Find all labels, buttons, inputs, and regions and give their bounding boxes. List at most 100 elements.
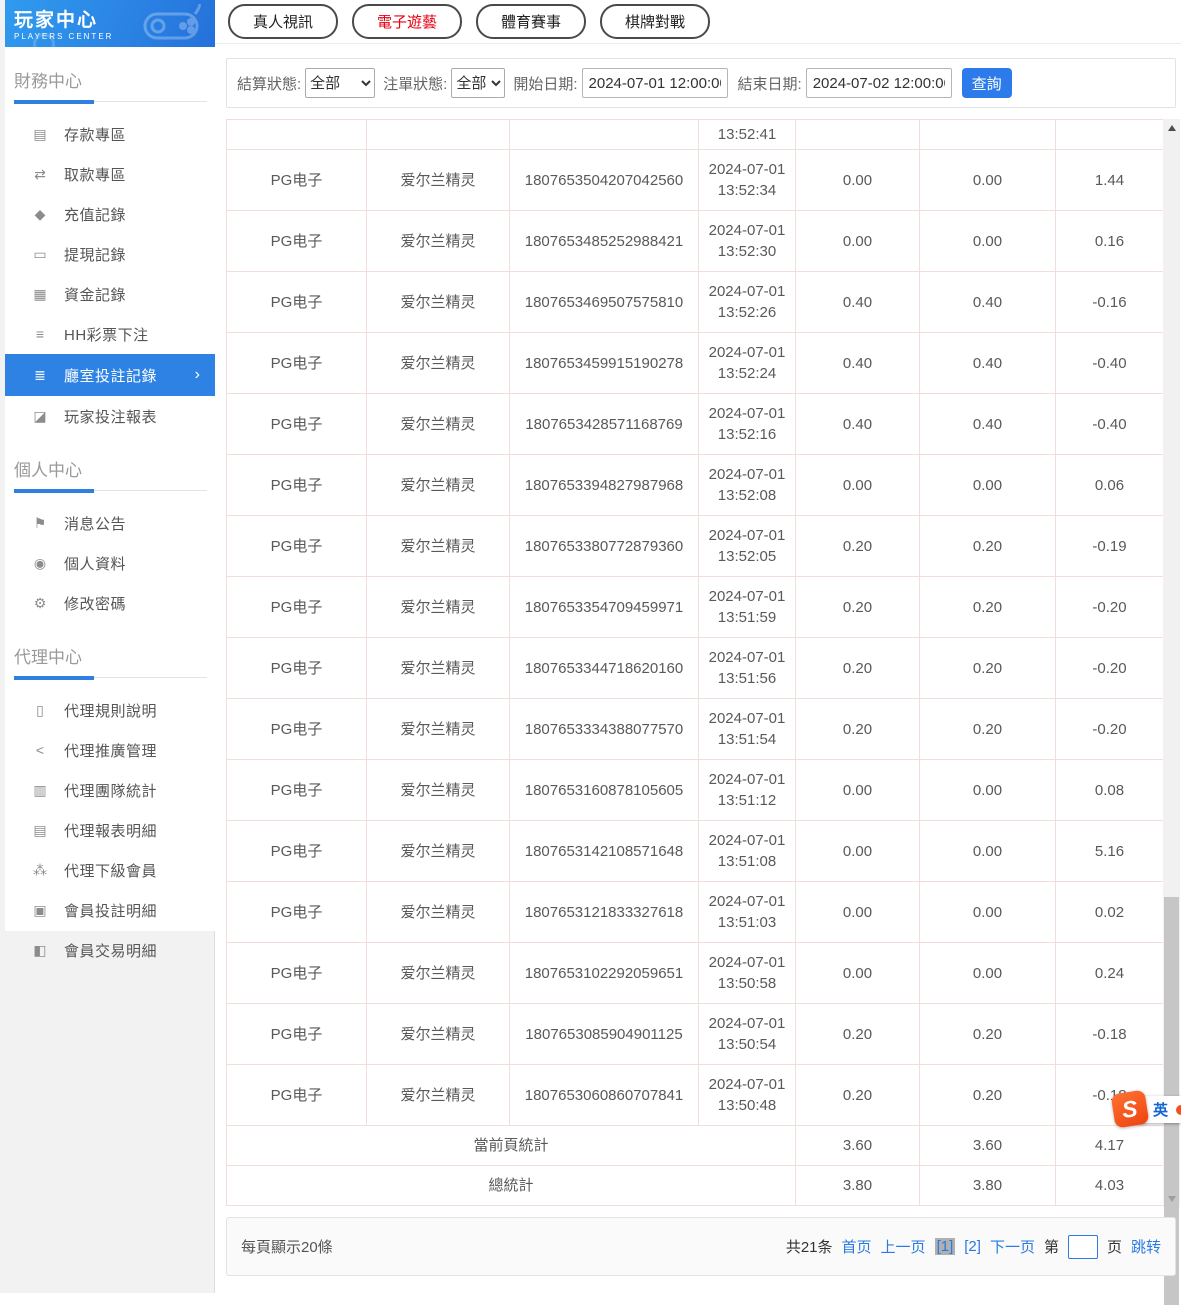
summary-win-loss: 4.17	[1056, 1126, 1164, 1166]
recharge-records-icon: ◆	[31, 206, 49, 223]
cell-provider: PG电子	[227, 455, 367, 516]
sidebar-item-label: 會員投註明細	[64, 900, 157, 921]
cell-datetime: 2024-07-01 13:51:59	[699, 577, 796, 638]
page-link-2[interactable]: [2]	[964, 1238, 981, 1255]
tab-electronic-games[interactable]: 電子遊藝	[352, 4, 462, 39]
sidebar-item-label: 代理下級會員	[64, 860, 157, 881]
cell-valid-bet: 0.00	[920, 943, 1056, 1004]
cell-datetime: 2024-07-01 13:50:48	[699, 1065, 796, 1126]
table-row: PG电子 爱尔兰精灵 1807653121833327618 2024-07-0…	[227, 882, 1164, 943]
tab-live-video[interactable]: 真人視訊	[228, 4, 338, 39]
sidebar-item-player-bet-report[interactable]: ◪ 玩家投注報表	[5, 396, 215, 436]
jump-prefix-label: 第	[1044, 1236, 1059, 1257]
ime-dot-icon	[1176, 1105, 1181, 1115]
summary-label: 總統計	[227, 1166, 796, 1206]
section-divider	[14, 489, 207, 493]
cell-order-id: 1807653469507575810	[510, 272, 699, 333]
tab-sports-events[interactable]: 體育賽事	[476, 4, 586, 39]
sidebar-item-deposit-zone[interactable]: ▤ 存款專區	[5, 114, 215, 154]
sidebar-card: 玩家中心 PLAYERS CENTER 財務中心 ▤ 存款專區 ⇄ 取款專區 ◆…	[5, 0, 215, 931]
query-button[interactable]: 查詢	[962, 68, 1012, 98]
cell-order-id: 1807653102292059651	[510, 943, 699, 1004]
sidebar-item-agent-report-details[interactable]: ▤ 代理報表明細	[5, 810, 215, 850]
cell-win-loss: 5.16	[1056, 821, 1164, 882]
cell-win-loss: -0.20	[1056, 577, 1164, 638]
cell-order-id: 1807653504207042560	[510, 150, 699, 211]
sidebar-item-member-transaction-details[interactable]: ◧ 會員交易明細	[5, 930, 215, 970]
sidebar-item-agent-team-stats[interactable]: ▥ 代理團隊統計	[5, 770, 215, 810]
cell-datetime: 2024-07-01 13:51:03	[699, 882, 796, 943]
cell-provider: PG电子	[227, 394, 367, 455]
cell-game: 爱尔兰精灵	[367, 699, 510, 760]
end-date-label: 結束日期:	[738, 73, 802, 94]
cell-game: 爱尔兰精灵	[367, 394, 510, 455]
hall-bet-records-icon: ≣	[31, 367, 49, 384]
cell-win-loss: 0.08	[1056, 760, 1164, 821]
table-row: PG电子 爱尔兰精灵 1807653459915190278 2024-07-0…	[227, 333, 1164, 394]
cell-bet-amount: 0.40	[796, 272, 920, 333]
section-label: 財務中心	[5, 61, 215, 100]
summary-bet: 3.60	[796, 1126, 920, 1166]
sidebar-item-announcements[interactable]: ⚑ 消息公告	[5, 503, 215, 543]
cell-bet-amount: 0.00	[796, 821, 920, 882]
sidebar-section: 代理中心 ▯ 代理規則說明 < 代理推廣管理 ▥ 代理團隊統計 ▤ 代理報表明細…	[5, 637, 215, 970]
sidebar-item-label: 代理報表明細	[64, 820, 157, 841]
next-page-link[interactable]: 下一页	[990, 1236, 1035, 1257]
partial-row-time: 13:52:41	[699, 120, 796, 150]
sidebar-item-label: 個人資料	[64, 553, 126, 574]
cell-game: 爱尔兰精灵	[367, 577, 510, 638]
sidebar-item-withdraw-zone[interactable]: ⇄ 取款專區	[5, 154, 215, 194]
cell-datetime: 2024-07-01 13:52:08	[699, 455, 796, 516]
scroll-up-arrow[interactable]	[1163, 119, 1180, 136]
jump-page-input[interactable]	[1068, 1235, 1098, 1259]
cell-bet-amount: 0.20	[796, 1065, 920, 1126]
sidebar-item-change-password[interactable]: ⚙ 修改密碼	[5, 583, 215, 623]
first-page-link[interactable]: 首页	[842, 1236, 872, 1257]
total-count-text: 共21条	[786, 1236, 833, 1257]
scroll-down-arrow[interactable]	[1163, 1190, 1180, 1207]
sidebar-item-withdrawal-records[interactable]: ▭ 提現記錄	[5, 234, 215, 274]
ime-language-widget[interactable]: 英 S	[1113, 1092, 1181, 1128]
cell-order-id: 1807653334388077570	[510, 699, 699, 760]
sidebar-item-agent-rules[interactable]: ▯ 代理規則說明	[5, 690, 215, 730]
sidebar-item-label: HH彩票下注	[64, 324, 149, 345]
sidebar-item-hh-lottery-bets[interactable]: ≡ HH彩票下注	[5, 314, 215, 354]
cell-game: 爱尔兰精灵	[367, 1004, 510, 1065]
vertical-scrollbar[interactable]	[1163, 119, 1180, 1207]
sidebar-item-hall-bet-records[interactable]: ≣ 廳室投註記錄 ›	[5, 354, 215, 396]
sidebar-item-label: 存款專區	[64, 124, 126, 145]
order-status-select[interactable]: 全部	[451, 68, 505, 98]
cell-datetime: 2024-07-01 13:52:34	[699, 150, 796, 211]
cell-bet-amount: 0.20	[796, 638, 920, 699]
end-date-input[interactable]	[806, 68, 952, 98]
sidebar-item-recharge-records[interactable]: ◆ 充值記錄	[5, 194, 215, 234]
agent-sub-members-icon: ⁂	[31, 862, 49, 879]
cell-order-id: 1807653394827987968	[510, 455, 699, 516]
table-row: PG电子 爱尔兰精灵 1807653380772879360 2024-07-0…	[227, 516, 1164, 577]
sidebar-item-agent-promotion[interactable]: < 代理推廣管理	[5, 730, 215, 770]
cell-bet-amount: 0.00	[796, 211, 920, 272]
cell-provider: PG电子	[227, 882, 367, 943]
summary-row: 當前頁統計 3.60 3.60 4.17	[227, 1126, 1164, 1166]
cell-game: 爱尔兰精灵	[367, 516, 510, 577]
page-link-1[interactable]: [1]	[935, 1238, 956, 1255]
section-label: 個人中心	[5, 450, 215, 489]
tab-board-card-games[interactable]: 棋牌對戰	[600, 4, 710, 39]
sidebar-item-profile[interactable]: ◉ 個人資料	[5, 543, 215, 583]
settle-status-select[interactable]: 全部	[305, 68, 375, 98]
member-bet-details-icon: ▣	[31, 902, 49, 919]
prev-page-link[interactable]: 上一页	[881, 1236, 926, 1257]
sidebar-item-funds-records[interactable]: ▦ 資金記錄	[5, 274, 215, 314]
withdraw-zone-icon: ⇄	[31, 166, 49, 183]
jump-button[interactable]: 跳转	[1131, 1236, 1161, 1257]
start-date-input[interactable]	[582, 68, 728, 98]
app-title: 玩家中心	[14, 5, 215, 32]
sidebar-item-label: 代理團隊統計	[64, 780, 157, 801]
sidebar-item-agent-sub-members[interactable]: ⁂ 代理下級會員	[5, 850, 215, 890]
sidebar-item-member-bet-details[interactable]: ▣ 會員投註明細	[5, 890, 215, 930]
cell-game: 爱尔兰精灵	[367, 455, 510, 516]
cell-order-id: 1807653160878105605	[510, 760, 699, 821]
sidebar-item-label: 取款專區	[64, 164, 126, 185]
cell-game: 爱尔兰精灵	[367, 821, 510, 882]
pagination-bar: 每頁顯示20條 共21条 首页 上一页 [1] [2] 下一页 第 页 跳转	[226, 1217, 1176, 1276]
